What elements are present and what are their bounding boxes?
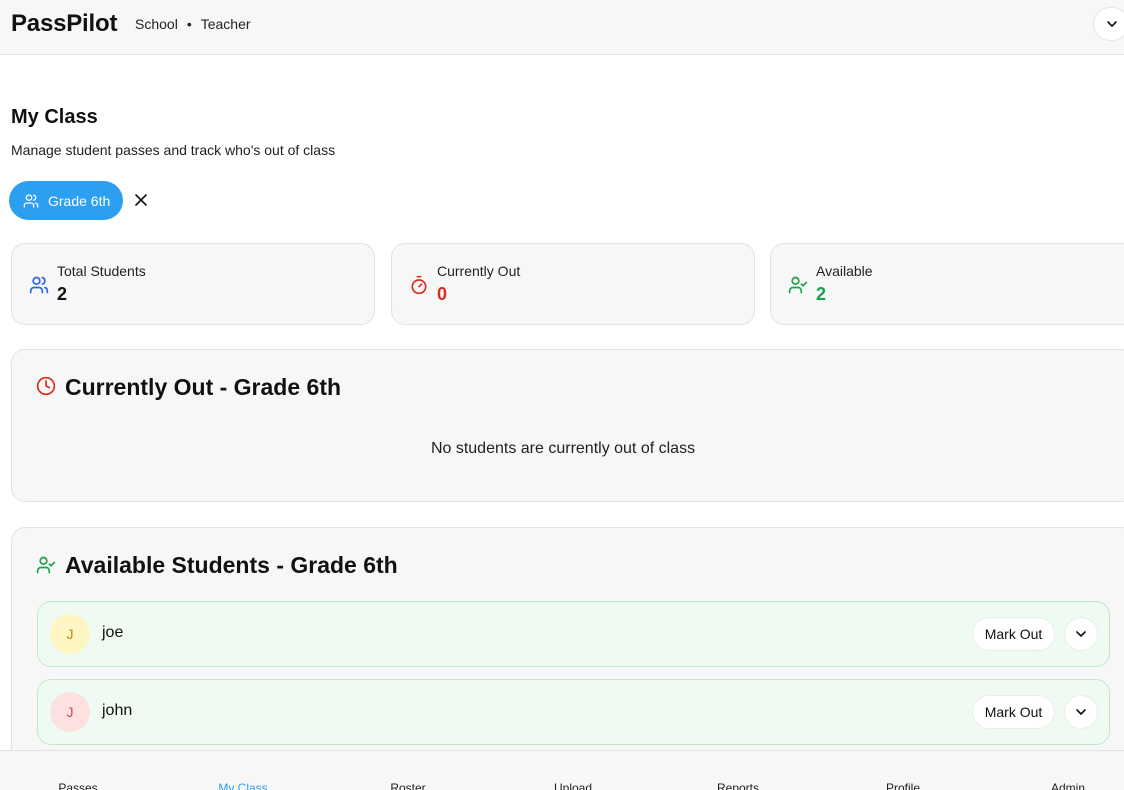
- bottom-nav: Passes My Class Roster Upload Reports Pr…: [0, 750, 1124, 790]
- chevron-down-icon: [1076, 709, 1086, 715]
- student-row[interactable]: J joe Mark Out: [37, 601, 1110, 667]
- stat-card-total-students: Total Students 2: [11, 243, 375, 325]
- nav-reports[interactable]: Reports: [678, 781, 798, 790]
- clock-icon: [36, 376, 56, 396]
- empty-state-message: No students are currently out of class: [430, 440, 696, 457]
- page-subtitle: Manage student passes and track who's ou…: [11, 142, 336, 158]
- expand-student-button[interactable]: [1064, 617, 1098, 651]
- stat-value: 2: [57, 284, 68, 304]
- stat-card-available: Available 2: [770, 243, 1124, 325]
- grade-filter-label: Grade 6th: [48, 192, 111, 209]
- top-bar: PassPilot School • Teacher: [0, 0, 1124, 55]
- stat-label: Available: [816, 263, 873, 279]
- app-brand[interactable]: PassPilot: [11, 10, 117, 38]
- available-students-panel: Available Students - Grade 6th J joe Mar…: [11, 527, 1124, 767]
- users-icon: [29, 276, 49, 294]
- user-role: Teacher: [200, 16, 251, 32]
- stat-label: Total Students: [57, 263, 146, 279]
- nav-profile[interactable]: Profile: [843, 781, 963, 790]
- account-menu-button[interactable]: [1093, 7, 1124, 41]
- chevron-down-icon: [1107, 21, 1117, 27]
- currently-out-panel: Currently Out - Grade 6th No students ar…: [11, 349, 1124, 502]
- user-check-icon: [788, 276, 808, 294]
- student-name: joe: [102, 624, 124, 641]
- student-name: john: [102, 702, 133, 719]
- nav-admin[interactable]: Admin: [1008, 781, 1124, 790]
- nav-passes[interactable]: Passes: [18, 781, 138, 790]
- stat-value: 2: [816, 284, 827, 304]
- expand-student-button[interactable]: [1064, 695, 1098, 729]
- user-check-icon: [36, 556, 56, 574]
- separator-dot: •: [186, 16, 192, 32]
- nav-roster[interactable]: Roster: [348, 781, 468, 790]
- stat-label: Currently Out: [437, 263, 521, 279]
- school-role-context: School • Teacher: [135, 16, 251, 32]
- stat-card-currently-out: Currently Out 0: [391, 243, 755, 325]
- users-icon: [23, 193, 39, 208]
- stat-value: 0: [437, 284, 448, 304]
- chevron-down-icon: [1076, 631, 1086, 637]
- nav-my-class[interactable]: My Class: [183, 781, 303, 790]
- avatar: J: [50, 614, 90, 654]
- nav-upload[interactable]: Upload: [513, 781, 633, 790]
- available-students-title: Available Students - Grade 6th: [65, 552, 398, 578]
- grade-filter-chip[interactable]: Grade 6th: [9, 181, 123, 220]
- school-name: School: [135, 16, 178, 32]
- mark-out-button[interactable]: Mark Out: [972, 695, 1055, 729]
- clear-filter-icon[interactable]: [133, 192, 149, 208]
- currently-out-title: Currently Out - Grade 6th: [65, 374, 342, 400]
- timer-icon: [411, 275, 427, 295]
- mark-out-button[interactable]: Mark Out: [972, 617, 1055, 651]
- avatar: J: [50, 692, 90, 732]
- student-row[interactable]: J john Mark Out: [37, 679, 1110, 745]
- page-title: My Class: [11, 106, 98, 128]
